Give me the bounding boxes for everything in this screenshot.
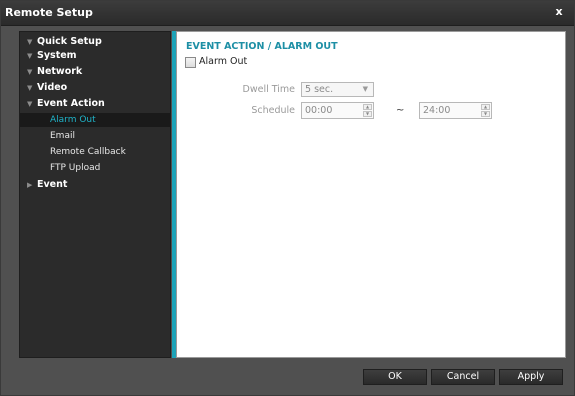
nav-item-label: Video: [37, 82, 68, 93]
expand-icon: ▶: [27, 181, 33, 189]
ok-button[interactable]: OK: [363, 369, 427, 385]
sidebar-item-alarm-out[interactable]: Alarm Out: [20, 113, 170, 127]
spin-up-icon[interactable]: ▲: [481, 104, 490, 110]
nav-item-event[interactable]: ▶ Event: [20, 178, 170, 192]
schedule-separator: ~: [396, 105, 405, 116]
sidebar-item-label: FTP Upload: [50, 163, 101, 173]
remote-setup-window: Remote Setup x ▼ Quick Setup ▼ System ▼ …: [0, 0, 575, 396]
window-title: Remote Setup: [5, 6, 93, 19]
expand-icon: ▼: [27, 68, 33, 76]
sidebar-item-label: Remote Callback: [50, 147, 126, 157]
nav-item-label: Network: [37, 66, 83, 77]
nav-item-label: Event: [37, 179, 68, 190]
nav-item-label: System: [37, 50, 77, 61]
close-icon[interactable]: x: [552, 5, 566, 19]
sidebar-item-label: Email: [50, 131, 75, 141]
spinner: ▲ ▼: [363, 104, 372, 117]
settings-panel: EVENT ACTION / ALARM OUT Alarm Out Dwell…: [176, 31, 566, 358]
nav-item-label: Event Action: [37, 98, 105, 109]
alarm-out-label: Alarm Out: [199, 56, 248, 67]
expand-icon: ▼: [27, 84, 33, 92]
nav-item-quick-setup[interactable]: ▼ Quick Setup: [20, 35, 170, 49]
schedule-start-input[interactable]: 00:00 ▲ ▼: [301, 102, 374, 119]
alarm-out-checkbox[interactable]: [185, 57, 196, 68]
nav-item-system[interactable]: ▼ System: [20, 49, 170, 63]
spin-down-icon[interactable]: ▼: [363, 111, 372, 117]
nav-item-video[interactable]: ▼ Video: [20, 81, 170, 95]
spin-down-icon[interactable]: ▼: [481, 111, 490, 117]
sidebar-item-ftp-upload[interactable]: FTP Upload: [20, 161, 170, 175]
schedule-end-value: 24:00: [423, 105, 451, 116]
schedule-end-input[interactable]: 24:00 ▲ ▼: [419, 102, 492, 119]
nav-item-label: Quick Setup: [37, 36, 102, 47]
nav-item-event-action[interactable]: ▼ Event Action: [20, 97, 170, 111]
sidebar-item-label: Alarm Out: [50, 115, 96, 125]
dwell-time-select[interactable]: 5 sec. ▼: [301, 82, 374, 97]
section-title: EVENT ACTION / ALARM OUT: [186, 41, 338, 52]
schedule-label: Schedule: [251, 105, 295, 116]
expand-icon: ▼: [27, 52, 33, 60]
cancel-button[interactable]: Cancel: [431, 369, 495, 385]
spinner: ▲ ▼: [481, 104, 490, 117]
dwell-time-value: 5 sec.: [305, 84, 334, 95]
chevron-down-icon: ▼: [362, 85, 368, 93]
apply-button[interactable]: Apply: [499, 369, 563, 385]
sidebar-item-remote-callback[interactable]: Remote Callback: [20, 145, 170, 159]
sidebar-item-email[interactable]: Email: [20, 129, 170, 143]
expand-icon: ▼: [27, 38, 33, 46]
spin-up-icon[interactable]: ▲: [363, 104, 372, 110]
schedule-start-value: 00:00: [305, 105, 333, 116]
collapse-icon: ▼: [27, 100, 33, 108]
title-bar: Remote Setup x: [1, 1, 574, 26]
settings-nav: ▼ Quick Setup ▼ System ▼ Network ▼ Video…: [19, 31, 171, 358]
dwell-time-label: Dwell Time: [242, 84, 295, 95]
nav-item-network[interactable]: ▼ Network: [20, 65, 170, 79]
